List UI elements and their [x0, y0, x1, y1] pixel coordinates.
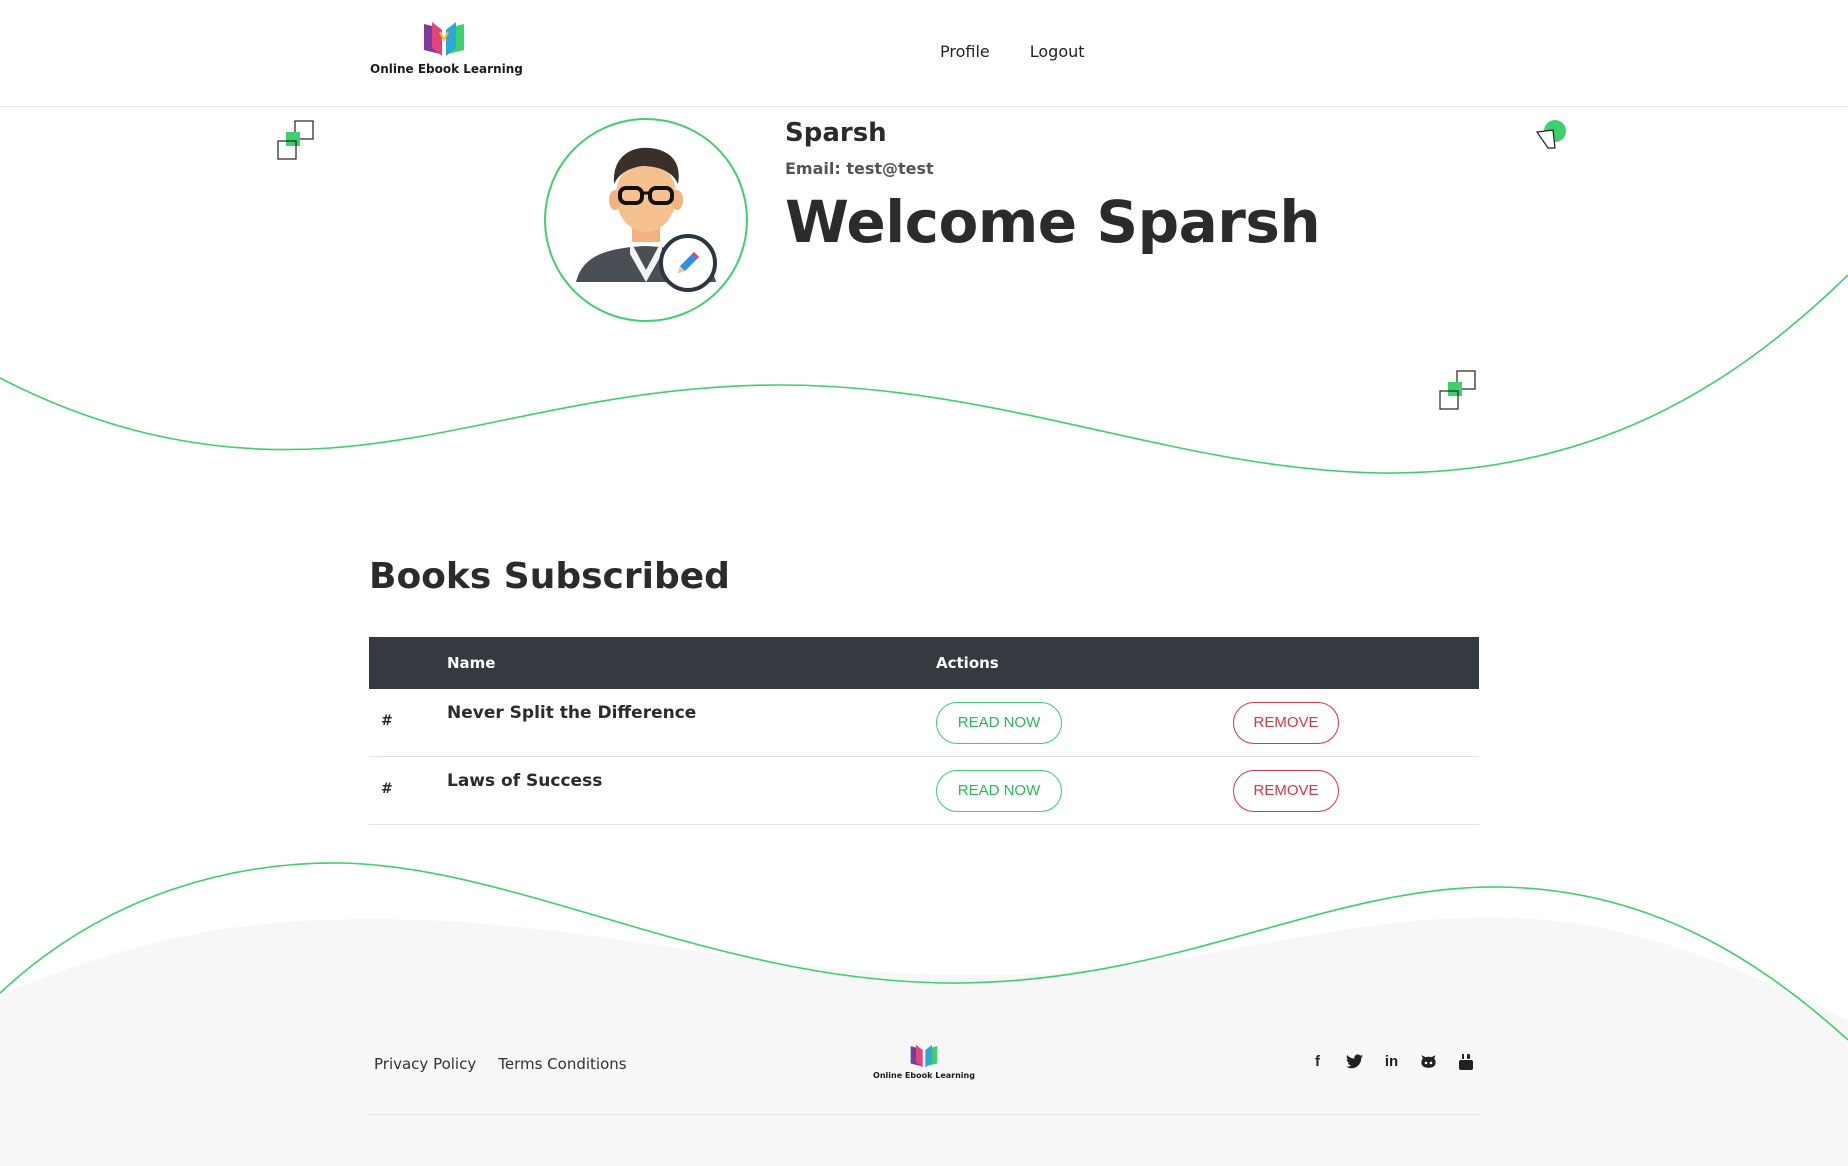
brand-logo[interactable]: Online Ebook Learning [370, 18, 523, 76]
table-row: # Never Split the Difference READ NOW RE… [369, 689, 1479, 757]
footer-links: Privacy Policy Terms Conditions [374, 1055, 627, 1073]
open-book-icon [424, 22, 464, 56]
welcome-heading: Welcome Sparsh [785, 188, 1321, 256]
top-navbar: Online Ebook Learning Profile Logout [0, 0, 1848, 107]
book-name: Never Split the Difference [447, 703, 697, 723]
twitter-icon[interactable] [1345, 1052, 1364, 1071]
footer-brand-name: Online Ebook Learning [873, 1071, 975, 1080]
nav-logout-link[interactable]: Logout [1030, 42, 1085, 61]
remove-button[interactable]: REMOVE [1233, 702, 1339, 744]
email-label: Email: [785, 159, 841, 178]
open-book-icon [910, 1044, 938, 1068]
decorative-squares-icon [1439, 370, 1476, 410]
email-value: test@test [846, 159, 934, 178]
brand-name: Online Ebook Learning [370, 62, 523, 76]
row-index: # [381, 713, 393, 729]
social-links: f in [1308, 1052, 1475, 1071]
user-email: Email: test@test [785, 159, 934, 178]
pencil-icon [678, 252, 699, 273]
read-now-button[interactable]: READ NOW [936, 702, 1062, 744]
edit-avatar-button[interactable] [659, 234, 717, 292]
nav-profile-link[interactable]: Profile [940, 42, 990, 61]
books-table: Name Actions # Never Split the Differenc… [369, 637, 1479, 825]
privacy-policy-link[interactable]: Privacy Policy [374, 1055, 476, 1073]
table-row: # Laws of Success READ NOW REMOVE [369, 757, 1479, 825]
column-actions: Actions [936, 654, 999, 672]
profile-avatar [544, 118, 748, 322]
person-avatar-icon [576, 147, 716, 282]
user-name: Sparsh [785, 118, 887, 148]
column-name: Name [447, 654, 496, 672]
github-icon[interactable] [1419, 1052, 1438, 1071]
decorative-squares-icon [277, 120, 314, 160]
footer-brand-logo[interactable]: Online Ebook Learning [872, 1042, 976, 1080]
terms-conditions-link[interactable]: Terms Conditions [498, 1055, 626, 1073]
remove-button[interactable]: REMOVE [1233, 770, 1339, 812]
table-header: Name Actions [369, 637, 1479, 689]
read-now-button[interactable]: READ NOW [936, 770, 1062, 812]
row-index: # [381, 781, 393, 797]
main-nav: Profile Logout [940, 42, 1085, 61]
books-section-title: Books Subscribed [369, 556, 730, 597]
book-name: Laws of Success [447, 771, 603, 791]
footer-divider [369, 1114, 1479, 1115]
facebook-icon[interactable]: f [1308, 1052, 1327, 1071]
linkedin-icon[interactable]: in [1382, 1052, 1401, 1071]
decorative-dot-icon [1535, 120, 1566, 149]
youtube-icon[interactable] [1456, 1052, 1475, 1071]
